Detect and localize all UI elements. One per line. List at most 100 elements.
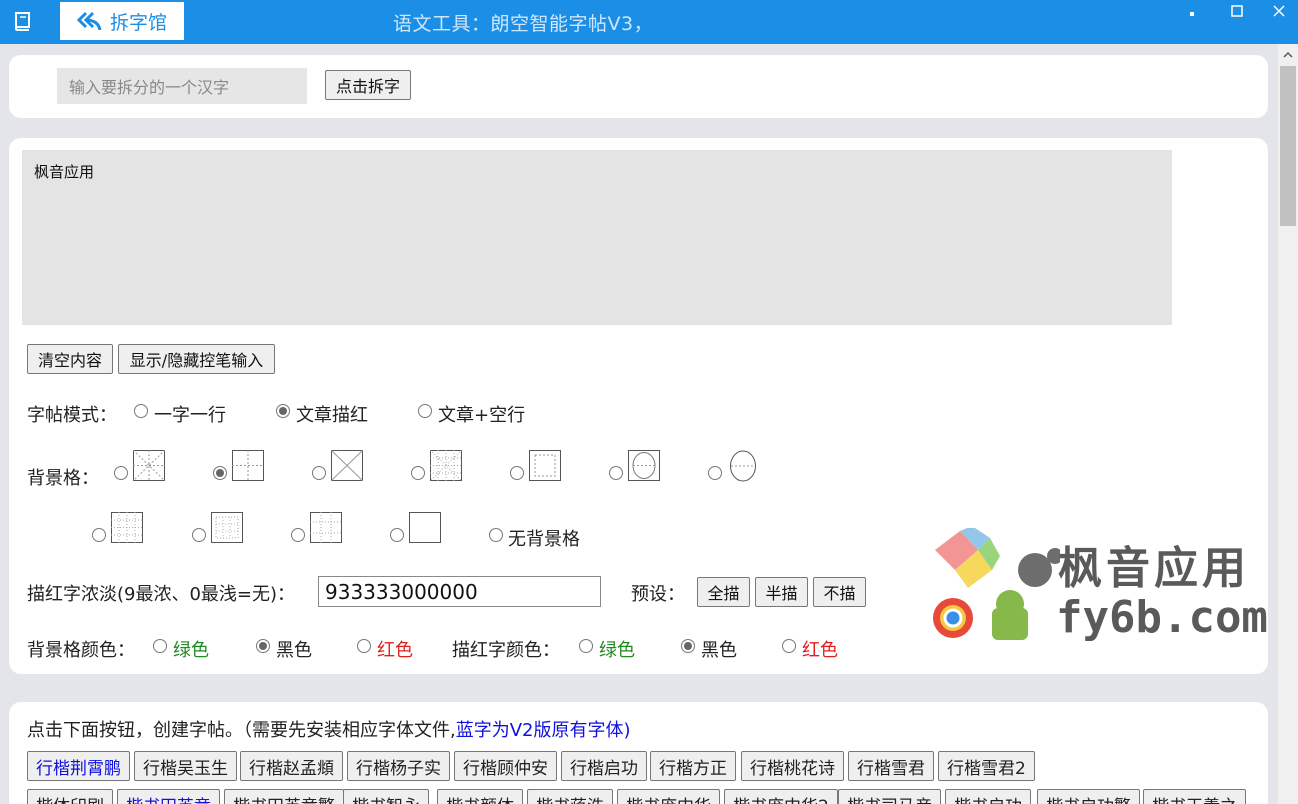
- clear-content-button[interactable]: 清空内容: [27, 344, 113, 374]
- font-button[interactable]: 楷书启功繁: [1037, 789, 1140, 804]
- trace-color-radio-black[interactable]: [681, 639, 695, 653]
- book-icon[interactable]: [12, 10, 34, 32]
- font-button[interactable]: 楷书田英章繁: [224, 789, 344, 804]
- bg-grid-radio-10[interactable]: [291, 528, 305, 542]
- font-button[interactable]: 楷书蒋浩: [527, 789, 613, 804]
- maximize-icon: [1231, 5, 1243, 17]
- font-button[interactable]: 行楷雪君: [848, 751, 934, 781]
- trace-color-red: 红色: [802, 640, 838, 661]
- bg-grid-radio-2[interactable]: [213, 466, 227, 480]
- dense-mi-grid-icon: [430, 450, 462, 481]
- bg-grid-radio-5[interactable]: [510, 466, 524, 480]
- font-button[interactable]: 楷书庞中华: [617, 789, 720, 804]
- watermark-text-url: fy6b.com: [1056, 592, 1268, 643]
- trace-color-label: 描红字颜色：: [452, 640, 560, 661]
- bg-grid-radio-3[interactable]: [312, 466, 326, 480]
- split-char-input[interactable]: 输入要拆分的一个汉字: [57, 68, 307, 104]
- trace-color-green: 绿色: [599, 640, 635, 661]
- grid-color-radio-black[interactable]: [256, 639, 270, 653]
- font-button[interactable]: 楷书司马彦: [838, 789, 941, 804]
- fine-dot-grid-icon: [111, 512, 143, 543]
- mode-option-blank-line: 文章+空行: [438, 405, 526, 426]
- close-button[interactable]: [1264, 2, 1294, 24]
- mode-option-trace: 文章描红: [296, 405, 368, 426]
- bg-grid-radio-none[interactable]: [489, 528, 503, 542]
- ellipse-grid-icon: [730, 450, 756, 482]
- font-button[interactable]: 楷体印刷: [27, 789, 113, 804]
- font-button[interactable]: 行楷启功: [561, 751, 647, 781]
- inner-dot-grid-icon: [211, 512, 243, 543]
- home-tab-label: 拆字馆: [110, 11, 168, 34]
- watermark-text-cn: 枫音应用: [1058, 543, 1250, 594]
- font-button[interactable]: 楷书田英章: [117, 789, 220, 804]
- preset-label: 预设：: [631, 584, 685, 605]
- maximize-button[interactable]: [1222, 2, 1252, 24]
- rect-grid-icon: [529, 450, 561, 481]
- toggle-pen-input-button[interactable]: 显示/隐藏控笔输入: [118, 344, 275, 374]
- mode-radio-trace[interactable]: [276, 404, 290, 418]
- scroll-up-arrow-icon[interactable]: [1278, 46, 1298, 64]
- trace-depth-input[interactable]: 933333000000: [318, 576, 601, 607]
- grid-color-black: 黑色: [276, 640, 312, 661]
- font-button[interactable]: 行楷吴玉生: [134, 751, 237, 781]
- font-button[interactable]: 楷书智永: [343, 789, 429, 804]
- preset-none-button[interactable]: 不描: [813, 577, 866, 607]
- split-button[interactable]: 点击拆字: [325, 70, 411, 100]
- title-bar: 拆字馆 语文工具：朗空智能字帖V3，: [0, 0, 1298, 44]
- oval-grid-icon: [628, 450, 660, 481]
- trace-color-radio-green[interactable]: [579, 639, 593, 653]
- trace-depth-label: 描红字浓淡(9最浓、0最浅=无)：: [27, 584, 296, 605]
- content-textarea[interactable]: 枫音应用: [22, 150, 1172, 325]
- bg-grid-radio-7[interactable]: [708, 466, 722, 480]
- font-button[interactable]: 行楷桃花诗: [741, 751, 844, 781]
- fonts-intro-text: 点击下面按钮，创建字帖。（需要先安装相应字体文件,: [27, 720, 456, 741]
- bg-grid-radio-4[interactable]: [411, 466, 425, 480]
- grid-color-radio-red[interactable]: [357, 639, 371, 653]
- vertical-scrollbar[interactable]: [1278, 44, 1298, 804]
- minimize-icon: [1190, 12, 1194, 16]
- plain-grid-icon: [409, 512, 441, 543]
- preset-half-button[interactable]: 半描: [755, 577, 808, 607]
- grid-color-green: 绿色: [173, 640, 209, 661]
- bg-grid-radio-9[interactable]: [192, 528, 206, 542]
- preset-full-button[interactable]: 全描: [697, 577, 750, 607]
- font-button[interactable]: 行楷顾仲安: [454, 751, 557, 781]
- home-tab[interactable]: 拆字馆: [60, 2, 184, 40]
- font-button[interactable]: 楷书颜体: [437, 789, 523, 804]
- watermark-logo: 枫音应用 fy6b.com: [930, 528, 1270, 648]
- font-button[interactable]: 行楷荆霄鹏: [27, 751, 130, 781]
- bg-grid-none-label: 无背景格: [508, 529, 580, 550]
- minimize-button[interactable]: [1180, 2, 1210, 24]
- mi-grid-icon: [133, 450, 165, 481]
- font-button[interactable]: 行楷杨子实: [347, 751, 450, 781]
- font-button[interactable]: 楷书启功: [945, 789, 1031, 804]
- trace-color-black: 黑色: [701, 640, 737, 661]
- close-icon: [1273, 5, 1285, 17]
- grid-color-red: 红色: [377, 640, 413, 661]
- bg-grid-radio-8[interactable]: [92, 528, 106, 542]
- nine-grid-icon: [310, 512, 342, 543]
- font-button[interactable]: 行楷雪君2: [938, 751, 1035, 781]
- font-button[interactable]: 楷书王羲之: [1143, 789, 1246, 804]
- window-title: 语文工具：朗空智能字帖V3，: [393, 13, 654, 35]
- mode-label: 字帖模式：: [27, 405, 117, 426]
- trace-color-radio-red[interactable]: [782, 639, 796, 653]
- font-button[interactable]: 楷书庞中华2: [724, 789, 838, 804]
- bg-grid-label: 背景格：: [27, 468, 99, 489]
- mode-radio-blank-line[interactable]: [418, 404, 432, 418]
- mode-radio-single[interactable]: [134, 404, 148, 418]
- bg-grid-radio-6[interactable]: [609, 466, 623, 480]
- cross-grid-icon: [331, 450, 363, 481]
- back-arrow-icon: [76, 11, 102, 31]
- watermark-emblem-icon: [933, 528, 1060, 640]
- font-button[interactable]: 行楷方正: [650, 751, 736, 781]
- bg-grid-radio-11[interactable]: [390, 528, 404, 542]
- scrollbar-thumb[interactable]: [1280, 66, 1296, 226]
- fonts-intro: 点击下面按钮，创建字帖。（需要先安装相应字体文件,蓝字为V2版原有字体): [27, 716, 631, 742]
- grid-color-radio-green[interactable]: [153, 639, 167, 653]
- font-button[interactable]: 行楷赵孟頫: [240, 751, 343, 781]
- bg-grid-radio-1[interactable]: [114, 466, 128, 480]
- grid-color-label: 背景格颜色：: [27, 640, 135, 661]
- mode-option-single: 一字一行: [154, 405, 226, 426]
- fonts-intro-blue: 蓝字为V2版原有字体): [455, 720, 631, 741]
